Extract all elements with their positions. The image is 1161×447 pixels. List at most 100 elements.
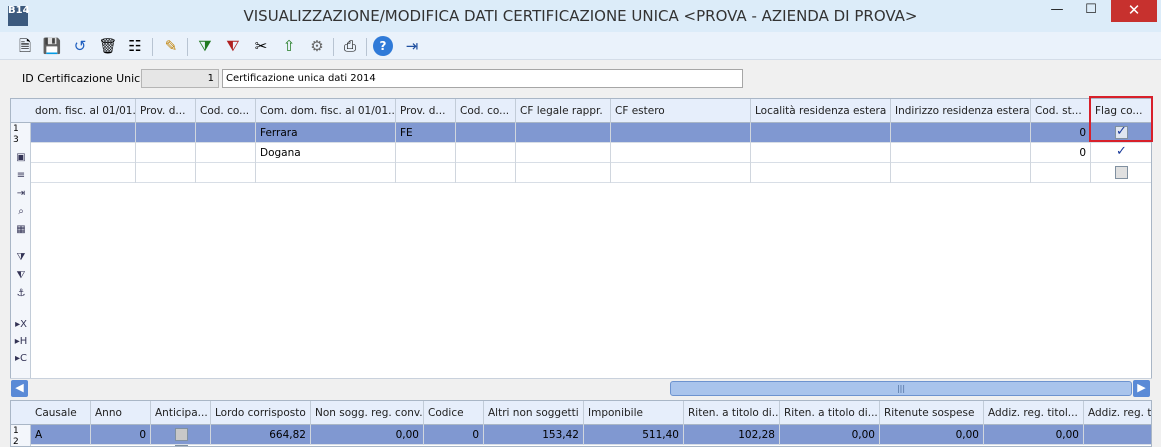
- check-icon: ✓: [1116, 144, 1127, 159]
- print-icon[interactable]: ⎙: [339, 35, 361, 57]
- table-cell[interactable]: 0,00: [984, 425, 1084, 445]
- record-icon[interactable]: ▣: [14, 151, 28, 164]
- column-header[interactable]: Cod. st...: [1031, 99, 1091, 123]
- scroll-right-arrow-icon[interactable]: ▶: [1133, 380, 1150, 397]
- row-marker: 2: [13, 437, 19, 447]
- anchor-icon[interactable]: ⚓: [14, 287, 28, 300]
- column-header[interactable]: Imponibile: [584, 401, 684, 425]
- id-number-field: 1: [141, 69, 219, 88]
- column-header[interactable]: Non sogg. reg. conv.: [311, 401, 424, 425]
- close-button[interactable]: ✕: [1111, 0, 1157, 22]
- sort-x-icon[interactable]: ▸X: [14, 318, 28, 331]
- table-cell[interactable]: [396, 143, 456, 163]
- table-cell[interactable]: 0: [424, 425, 484, 445]
- id-row: ID Certificazione Unica 1 Certificazione…: [0, 60, 1161, 98]
- zoom-icon[interactable]: ⌕: [14, 205, 28, 218]
- column-header[interactable]: Codice: [424, 401, 484, 425]
- save-icon[interactable]: 💾: [41, 35, 63, 57]
- column-header[interactable]: Prov. d...: [136, 99, 196, 123]
- column-header[interactable]: Altri non soggetti: [484, 401, 584, 425]
- column-header[interactable]: Riten. a titolo di...: [684, 401, 780, 425]
- title-bar: B14 VISUALIZZAZIONE/MODIFICA DATI CERTIF…: [0, 0, 1161, 32]
- table-cell[interactable]: 664,82: [211, 425, 311, 445]
- row-marker: 1: [13, 426, 19, 436]
- column-header[interactable]: CF estero: [611, 99, 751, 123]
- table-cell[interactable]: FE: [396, 123, 456, 143]
- filter-clear-icon[interactable]: ⧨: [14, 269, 28, 282]
- column-header[interactable]: CF legale rappr.: [516, 99, 611, 123]
- insert-icon[interactable]: ⇥: [14, 187, 28, 200]
- new-document-icon[interactable]: 🗎: [14, 35, 36, 57]
- column-header[interactable]: Ritenute sospese: [880, 401, 984, 425]
- toolbar: 🗎 💾 ↺ 🗑 ☷ ✎ ⧩ ⧨ ✂ ⇧ ⚙ ⎙ ? ⇥: [0, 32, 1161, 60]
- filter-add-icon[interactable]: ⧩: [194, 35, 216, 57]
- maximize-button[interactable]: ☐: [1071, 0, 1111, 22]
- row-marker: 3: [13, 135, 19, 145]
- column-header[interactable]: Cod. co...: [456, 99, 516, 123]
- edit-icon[interactable]: ✎: [160, 35, 182, 57]
- column-header[interactable]: Cod. co...: [196, 99, 256, 123]
- row-indicator-column: 1 3 ▣ ≡ ⇥ ⌕ ▦ ⧩ ⧨ ⚓ ▸X ▸H ▸C: [11, 99, 31, 397]
- exit-icon[interactable]: ⇥: [401, 35, 423, 57]
- trash-icon[interactable]: 🗑: [97, 35, 119, 57]
- column-header[interactable]: Località residenza estera: [751, 99, 891, 123]
- table-cell[interactable]: 102,28: [684, 425, 780, 445]
- toolbar-separator: [333, 38, 334, 56]
- table-cell[interactable]: 511,40: [584, 425, 684, 445]
- undo-icon[interactable]: ↺: [69, 35, 91, 57]
- table-cell[interactable]: Dogana: [256, 143, 396, 163]
- export-icon[interactable]: ⇧: [278, 35, 300, 57]
- toolbar-separator: [152, 38, 153, 56]
- help-icon[interactable]: ?: [373, 36, 393, 56]
- table-cell[interactable]: 0: [91, 425, 151, 445]
- column-header[interactable]: Addiz. reg. titol...: [984, 401, 1084, 425]
- table-row[interactable]: Dogana 0 ✓: [31, 143, 1151, 163]
- toolbar-separator: [366, 38, 367, 56]
- filter-remove-icon[interactable]: ⧨: [222, 35, 244, 57]
- column-header[interactable]: Indirizzo residenza estera: [891, 99, 1031, 123]
- column-header[interactable]: Addiz. reg. ti: [1084, 401, 1151, 425]
- table-row[interactable]: A 0 664,82 0,00 0 153,42 511,40 102,28 0…: [31, 425, 1151, 445]
- id-label: ID Certificazione Unica: [22, 72, 147, 85]
- grid-header: dom. fisc. al 01/01... Prov. d... Cod. c…: [11, 99, 1151, 123]
- table-cell[interactable]: Ferrara: [256, 123, 396, 143]
- column-header[interactable]: Lordo corrisposto: [211, 401, 311, 425]
- scroll-thumb[interactable]: |||: [670, 381, 1132, 396]
- column-header[interactable]: Causale: [31, 401, 91, 425]
- filter-icon[interactable]: ⧩: [14, 251, 28, 264]
- anticipa-checkbox[interactable]: [175, 428, 188, 441]
- binoculars-icon[interactable]: ☷: [124, 35, 146, 57]
- column-header[interactable]: Riten. a titolo di...: [780, 401, 880, 425]
- column-header[interactable]: Prov. d...: [396, 99, 456, 123]
- table-row[interactable]: [31, 163, 1151, 183]
- table-icon[interactable]: ▦: [14, 223, 28, 236]
- flag-checkbox[interactable]: [1115, 166, 1128, 179]
- table-cell[interactable]: 0,00: [880, 425, 984, 445]
- row-marker: 1: [13, 124, 19, 134]
- list-icon[interactable]: ≡: [14, 169, 28, 182]
- gear-icon[interactable]: ⚙: [306, 35, 328, 57]
- table-cell[interactable]: 0: [1031, 143, 1091, 163]
- description-field[interactable]: Certificazione unica dati 2014: [222, 69, 743, 88]
- table-cell[interactable]: 153,42: [484, 425, 584, 445]
- column-header[interactable]: Anno: [91, 401, 151, 425]
- detail-grid: 1 2 Causale Anno Anticipa... Lordo corri…: [10, 400, 1152, 447]
- scissors-icon[interactable]: ✂: [250, 35, 272, 57]
- table-cell[interactable]: A: [31, 425, 91, 445]
- sort-c-icon[interactable]: ▸C: [14, 352, 28, 365]
- sort-h-icon[interactable]: ▸H: [14, 335, 28, 348]
- table-row[interactable]: Ferrara FE 0 ✓: [31, 123, 1151, 143]
- table-cell[interactable]: 0: [1031, 123, 1091, 143]
- table-cell[interactable]: 0,00: [311, 425, 424, 445]
- flag-column-highlight: [1089, 96, 1153, 142]
- table-cell[interactable]: 0,00: [780, 425, 880, 445]
- detail-grid-header: Causale Anno Anticipa... Lordo corrispos…: [11, 401, 1151, 425]
- horizontal-scrollbar[interactable]: ◀ ||| ▶: [10, 378, 1152, 398]
- main-grid: 1 3 ▣ ≡ ⇥ ⌕ ▦ ⧩ ⧨ ⚓ ▸X ▸H ▸C dom. fisc. …: [10, 98, 1152, 398]
- scroll-left-arrow-icon[interactable]: ◀: [11, 380, 28, 397]
- column-header[interactable]: dom. fisc. al 01/01...: [31, 99, 136, 123]
- window-title: VISUALIZZAZIONE/MODIFICA DATI CERTIFICAZ…: [243, 7, 918, 25]
- minimize-button[interactable]: —: [1043, 0, 1071, 22]
- column-header[interactable]: Anticipa...: [151, 401, 211, 425]
- column-header[interactable]: Com. dom. fisc. al 01/01...: [256, 99, 396, 123]
